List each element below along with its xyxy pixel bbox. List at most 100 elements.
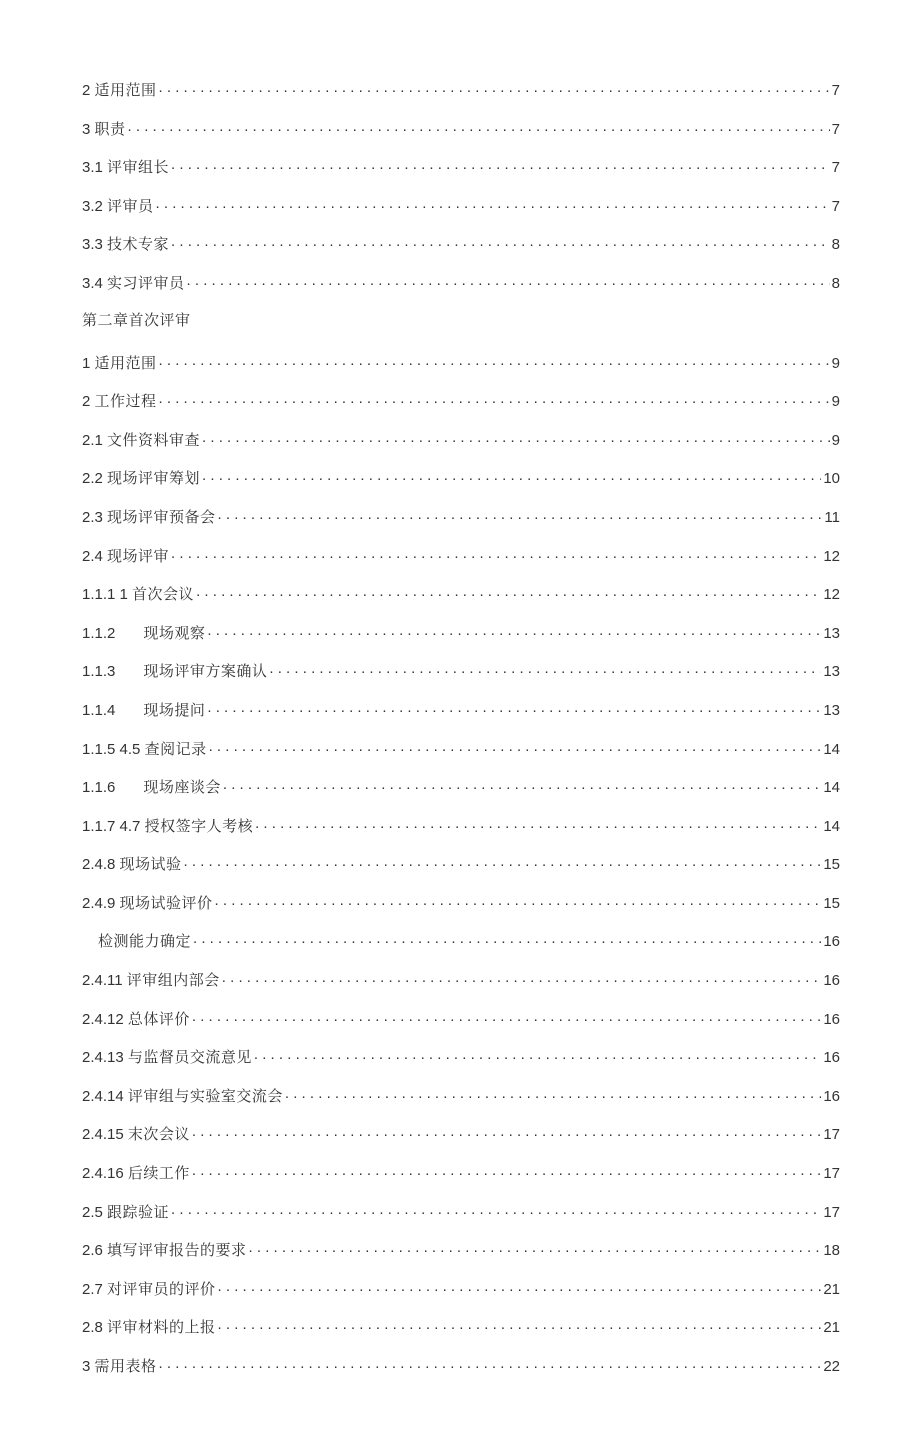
toc-page-number: 10 xyxy=(823,471,840,486)
toc-number: 2.4.11 xyxy=(82,972,127,989)
toc-number: 3.3 xyxy=(82,236,107,253)
toc-leader-dots xyxy=(171,1202,821,1217)
toc-number: 3 xyxy=(82,1358,95,1375)
toc-leader-dots xyxy=(249,1240,822,1255)
toc-title: 文件资料审查 xyxy=(107,429,200,450)
toc-number: 1 xyxy=(82,355,95,372)
toc-text: 2.4.12 总体评价 xyxy=(82,1011,190,1027)
toc-number: 2 xyxy=(82,393,95,410)
toc-title: 现场评审方案确认 xyxy=(143,660,267,681)
toc-text: 1.1.6 现场座谈会 xyxy=(82,779,221,795)
toc-leader-dots xyxy=(159,80,830,95)
toc-entry: 3.3 技术专家8 xyxy=(82,234,840,252)
toc-number: 3.1 xyxy=(82,159,107,176)
toc-text: 第二章首次评审 xyxy=(82,312,191,327)
toc-page-number: 21 xyxy=(823,1320,840,1335)
table-of-contents: 2 适用范围73 职责73.1 评审组长73.2 评审员73.3 技术专家83.… xyxy=(82,80,840,1374)
toc-number: 3 xyxy=(82,121,95,138)
toc-leader-dots xyxy=(285,1086,821,1101)
toc-page-number: 16 xyxy=(823,1050,840,1065)
toc-leader-dots xyxy=(128,119,830,134)
toc-page-number: 15 xyxy=(823,896,840,911)
toc-number: 1.1.4 xyxy=(82,702,115,719)
toc-leader-dots xyxy=(218,507,823,522)
toc-leader-dots xyxy=(255,816,821,831)
toc-title: 评审员 xyxy=(107,195,154,216)
toc-title: 需用表格 xyxy=(95,1355,157,1376)
toc-leader-dots xyxy=(192,1124,821,1139)
toc-leader-dots xyxy=(159,391,830,406)
toc-page-number: 16 xyxy=(823,1089,840,1104)
toc-leader-dots xyxy=(193,931,821,946)
toc-page-number: 17 xyxy=(823,1127,840,1142)
toc-entry: 2.4.16 后续工作17 xyxy=(82,1163,840,1181)
toc-text: 2.3 现场评审预备会 xyxy=(82,509,216,525)
toc-entry: 2.6 填写评审报告的要求18 xyxy=(82,1240,840,1258)
toc-entry: 3.4 实习评审员8 xyxy=(82,273,840,291)
toc-text: 2.2 现场评审筹划 xyxy=(82,470,200,486)
toc-number: 3.4 xyxy=(82,275,107,292)
toc-page-number: 13 xyxy=(823,626,840,641)
toc-number: 2.6 xyxy=(82,1242,107,1259)
toc-text: 2.8 评审材料的上报 xyxy=(82,1319,216,1335)
toc-entry: 2 适用范围 7 xyxy=(82,80,840,98)
toc-entry: 2.4.14 评审组与实验室交流会16 xyxy=(82,1086,840,1104)
toc-number: 2.4.15 xyxy=(82,1126,128,1143)
toc-page-number: 11 xyxy=(824,510,840,525)
toc-leader-dots xyxy=(209,739,822,754)
toc-number: 2.5 xyxy=(82,1204,107,1221)
toc-text: 2.4.16 后续工作 xyxy=(82,1165,190,1181)
toc-page-number: 16 xyxy=(823,1012,840,1027)
toc-text: 2 适用范围 xyxy=(82,82,157,98)
toc-entry: 2.4.8 现场试验15 xyxy=(82,854,840,872)
toc-entry: 3 职责7 xyxy=(82,119,840,137)
toc-text: 2 工作过程 xyxy=(82,393,157,409)
toc-title: 授权签字人考核 xyxy=(145,815,254,836)
toc-entry: 2.5 跟踪验证17 xyxy=(82,1202,840,1220)
toc-leader-dots xyxy=(192,1163,821,1178)
toc-number: 2.2 xyxy=(82,470,107,487)
toc-number: 1.1.5 4.5 xyxy=(82,741,145,758)
toc-text: 3.2 评审员 xyxy=(82,198,154,214)
toc-page-number: 15 xyxy=(823,857,840,872)
toc-page-number: 22 xyxy=(823,1359,840,1374)
toc-title: 查阅记录 xyxy=(145,738,207,759)
toc-text: 2.6 填写评审报告的要求 xyxy=(82,1242,247,1258)
toc-page-number: 13 xyxy=(823,703,840,718)
toc-title: 对评审员的评价 xyxy=(107,1278,216,1299)
toc-page-number: 13 xyxy=(823,664,840,679)
toc-entry: 2.4.12 总体评价 16 xyxy=(82,1009,840,1027)
toc-page-number: 7 xyxy=(832,160,840,175)
toc-number: 1.1.6 xyxy=(82,779,115,796)
toc-page-number: 7 xyxy=(832,83,840,98)
toc-entry: 2.3 现场评审预备会 11 xyxy=(82,507,840,525)
toc-title: 末次会议 xyxy=(128,1123,190,1144)
toc-entry: 1.1.4现场提问13 xyxy=(82,700,840,718)
toc-leader-dots xyxy=(215,893,822,908)
toc-text: 2.4.15 末次会议 xyxy=(82,1126,190,1142)
toc-page-number: 7 xyxy=(832,199,840,214)
toc-text: 1.1.7 4.7 授权签字人考核 xyxy=(82,818,253,834)
toc-text: 1.1.5 4.5 查阅记录 xyxy=(82,741,207,757)
toc-title: 工作过程 xyxy=(95,390,157,411)
toc-entry: 2.8 评审材料的上报 21 xyxy=(82,1317,840,1335)
toc-number: 2.1 xyxy=(82,432,107,449)
toc-page-number: 21 xyxy=(823,1282,840,1297)
toc-leader-dots xyxy=(192,1009,821,1024)
toc-title: 现场座谈会 xyxy=(143,776,221,797)
toc-text: 1.1.1 1 首次会议 xyxy=(82,586,194,602)
toc-entry: 2.4.13 与监督员交流意见16 xyxy=(82,1047,840,1065)
toc-text: 2.4 现场评审 xyxy=(82,548,169,564)
toc-title: 现场评审 xyxy=(107,545,169,566)
toc-leader-dots xyxy=(202,430,830,445)
toc-title: 现场评审预备会 xyxy=(107,506,216,527)
toc-number: 3.2 xyxy=(82,198,107,215)
toc-entry: 1.1.2现场观察13 xyxy=(82,623,840,641)
toc-entry: 第二章首次评审 xyxy=(82,312,840,327)
toc-leader-dots xyxy=(196,584,821,599)
toc-leader-dots xyxy=(171,157,830,172)
toc-entry: 1.1.7 4.7 授权签字人考核14 xyxy=(82,816,840,834)
toc-text: 3.3 技术专家 xyxy=(82,236,169,252)
toc-leader-dots xyxy=(202,468,821,483)
toc-text: 2.4.11 评审组内部会 xyxy=(82,972,220,988)
